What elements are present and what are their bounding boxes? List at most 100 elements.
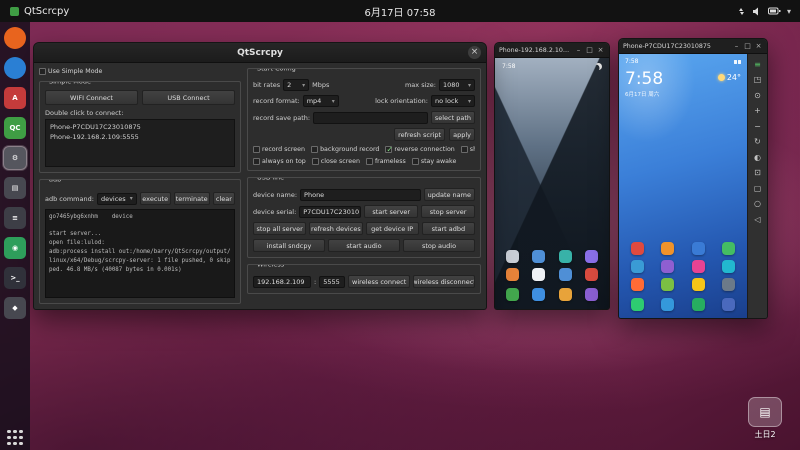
device-serial-select[interactable]: P7CDU17C23010 — [299, 205, 362, 218]
record-screen-checkbox[interactable]: record screen — [253, 146, 305, 153]
record-format-select[interactable]: mp4 — [302, 95, 339, 107]
rotate-icon[interactable]: ↻ — [750, 136, 765, 148]
phone2-screen[interactable]: 7:58 7:58 6月17日 周六 24° — [619, 54, 747, 318]
fullscreen-icon[interactable]: ◳ — [750, 74, 765, 86]
dock-item-text-editor[interactable]: ≡ — [4, 207, 26, 229]
stop-audio-button[interactable]: stop audio — [403, 239, 475, 252]
frameless-checkbox[interactable]: frameless — [365, 158, 406, 165]
clock-menu[interactable]: 6月17日 07:58 — [364, 4, 435, 19]
dock-item-firefox[interactable] — [4, 27, 26, 49]
app-icon[interactable] — [691, 260, 705, 273]
dock-app-icon[interactable] — [532, 288, 546, 301]
background-record-checkbox[interactable]: background record — [311, 146, 379, 153]
more-icon[interactable]: ≡ — [750, 58, 765, 70]
home-icon[interactable]: ○ — [750, 198, 765, 210]
dock-item-settings[interactable]: ⚙ — [3, 146, 27, 170]
dock-item-mail[interactable]: A — [4, 87, 26, 109]
wireless-ip-input[interactable]: 192.168.2.109 — [253, 275, 311, 288]
always-on-top-checkbox[interactable]: always on top — [253, 158, 306, 165]
power-icon[interactable]: ⊙ — [750, 89, 765, 101]
adb-command-combo[interactable]: devices — [96, 192, 137, 205]
dock-app-icon[interactable] — [661, 298, 675, 311]
phone2-titlebar[interactable]: Phone-P7CDU17C23010875 – □ × — [619, 39, 767, 54]
install-sndcpy-button[interactable]: install sndcpy — [253, 239, 325, 252]
start-server-button[interactable]: start server — [364, 205, 419, 218]
close-screen-icon[interactable]: ◐ — [750, 151, 765, 163]
app-switch-icon[interactable]: ▢ — [750, 182, 765, 194]
device-list-item[interactable]: Phone-P7CDU17C23010875 — [48, 122, 232, 132]
apply-button[interactable]: apply — [449, 128, 475, 141]
dock-item-terminal[interactable]: >_ — [4, 267, 26, 289]
screenshot-icon[interactable]: ⊡ — [750, 167, 765, 179]
stop-server-button[interactable]: stop server — [421, 205, 476, 218]
main-window-titlebar[interactable]: QtScrcpy × — [34, 43, 486, 63]
usb-connect-button[interactable]: USB Connect — [142, 90, 235, 105]
app-icon[interactable] — [558, 250, 572, 263]
close-icon[interactable]: × — [754, 42, 763, 50]
app-icon[interactable] — [532, 268, 546, 281]
select-path-button[interactable]: select path — [430, 111, 475, 124]
record-save-path-input[interactable] — [313, 111, 428, 124]
app-icon[interactable] — [631, 260, 645, 273]
lock-orientation-select[interactable]: no lock — [431, 95, 475, 107]
refresh-devices-button[interactable]: refresh devices — [309, 222, 363, 235]
device-list-item[interactable]: Phone-192.168.2.109:5555 — [48, 132, 232, 142]
app-icon[interactable] — [558, 268, 572, 281]
dock-item-qtscrcpy[interactable]: QC — [4, 117, 26, 139]
start-adbd-button[interactable]: start adbd — [421, 222, 475, 235]
phone1-titlebar[interactable]: Phone-192.168.2.109:5... – □ × — [495, 43, 609, 58]
max-size-select[interactable]: 1080 — [439, 79, 475, 91]
show-applications-button[interactable] — [7, 429, 24, 446]
dock-app-icon[interactable] — [506, 288, 520, 301]
dock-item-software[interactable]: ◆ — [4, 297, 26, 319]
volume-up-icon[interactable]: + — [750, 105, 765, 117]
terminate-button[interactable]: terminate — [173, 192, 210, 205]
get-device-ip-button[interactable]: get device IP — [365, 222, 419, 235]
app-icon[interactable] — [631, 242, 645, 255]
dock-item-image-viewer[interactable]: ◉ — [4, 237, 26, 259]
close-icon[interactable]: × — [596, 46, 605, 54]
app-icon[interactable] — [584, 250, 598, 263]
app-icon[interactable] — [661, 260, 675, 273]
dock-item-files[interactable]: ▤ — [4, 177, 26, 199]
dock-item-thunderbird[interactable] — [4, 57, 26, 79]
minimize-icon[interactable]: – — [732, 42, 741, 50]
stay-awake-checkbox[interactable]: stay awake — [411, 158, 456, 165]
system-tray-menu[interactable]: ▾ — [728, 0, 800, 22]
app-icon[interactable] — [631, 278, 645, 291]
device-list[interactable]: Phone-P7CDU17C23010875 Phone-192.168.2.10… — [45, 119, 235, 167]
stop-all-server-button[interactable]: stop all server — [253, 222, 307, 235]
app-icon[interactable] — [721, 242, 735, 255]
focused-app-menu[interactable]: QtScrcpy — [0, 0, 79, 22]
close-screen-checkbox[interactable]: close screen — [311, 158, 360, 165]
minimize-icon[interactable]: – — [574, 46, 583, 54]
app-icon[interactable] — [661, 278, 675, 291]
wireless-port-input[interactable]: 5555 — [319, 275, 346, 288]
volume-down-icon[interactable]: − — [750, 120, 765, 132]
app-icon[interactable] — [721, 260, 735, 273]
app-icon[interactable] — [584, 268, 598, 281]
app-icon[interactable] — [532, 250, 546, 263]
app-icon[interactable] — [691, 242, 705, 255]
maximize-icon[interactable]: □ — [743, 42, 752, 50]
dock-app-icon[interactable] — [721, 298, 735, 311]
reverse-connection-checkbox[interactable]: reverse connection — [385, 146, 455, 153]
wifi-connect-button[interactable]: WIFI Connect — [45, 90, 138, 105]
execute-button[interactable]: execute — [139, 192, 171, 205]
device-name-input[interactable]: Phone — [300, 188, 421, 201]
desktop-widget[interactable]: ▤ 土日2 — [743, 397, 787, 440]
update-name-button[interactable]: update name — [423, 188, 475, 201]
wireless-connect-button[interactable]: wireless connect — [348, 275, 411, 288]
whiteboard-icon[interactable]: ▤ — [748, 397, 782, 427]
app-icon[interactable] — [691, 278, 705, 291]
clear-button[interactable]: clear — [212, 192, 235, 205]
phone1-screen[interactable]: 7:58 — [495, 58, 609, 309]
weather-widget[interactable]: 24° — [717, 73, 741, 82]
refresh-script-button[interactable]: refresh script — [394, 128, 446, 141]
close-icon[interactable]: × — [468, 46, 481, 59]
adb-log-output[interactable]: go7465ybg6xnhm device start server... open… — [45, 209, 235, 298]
show-fps-checkbox[interactable]: show fps — [460, 146, 475, 153]
app-icon[interactable] — [506, 250, 520, 263]
dock-app-icon[interactable] — [584, 288, 598, 301]
dock-app-icon[interactable] — [691, 298, 705, 311]
